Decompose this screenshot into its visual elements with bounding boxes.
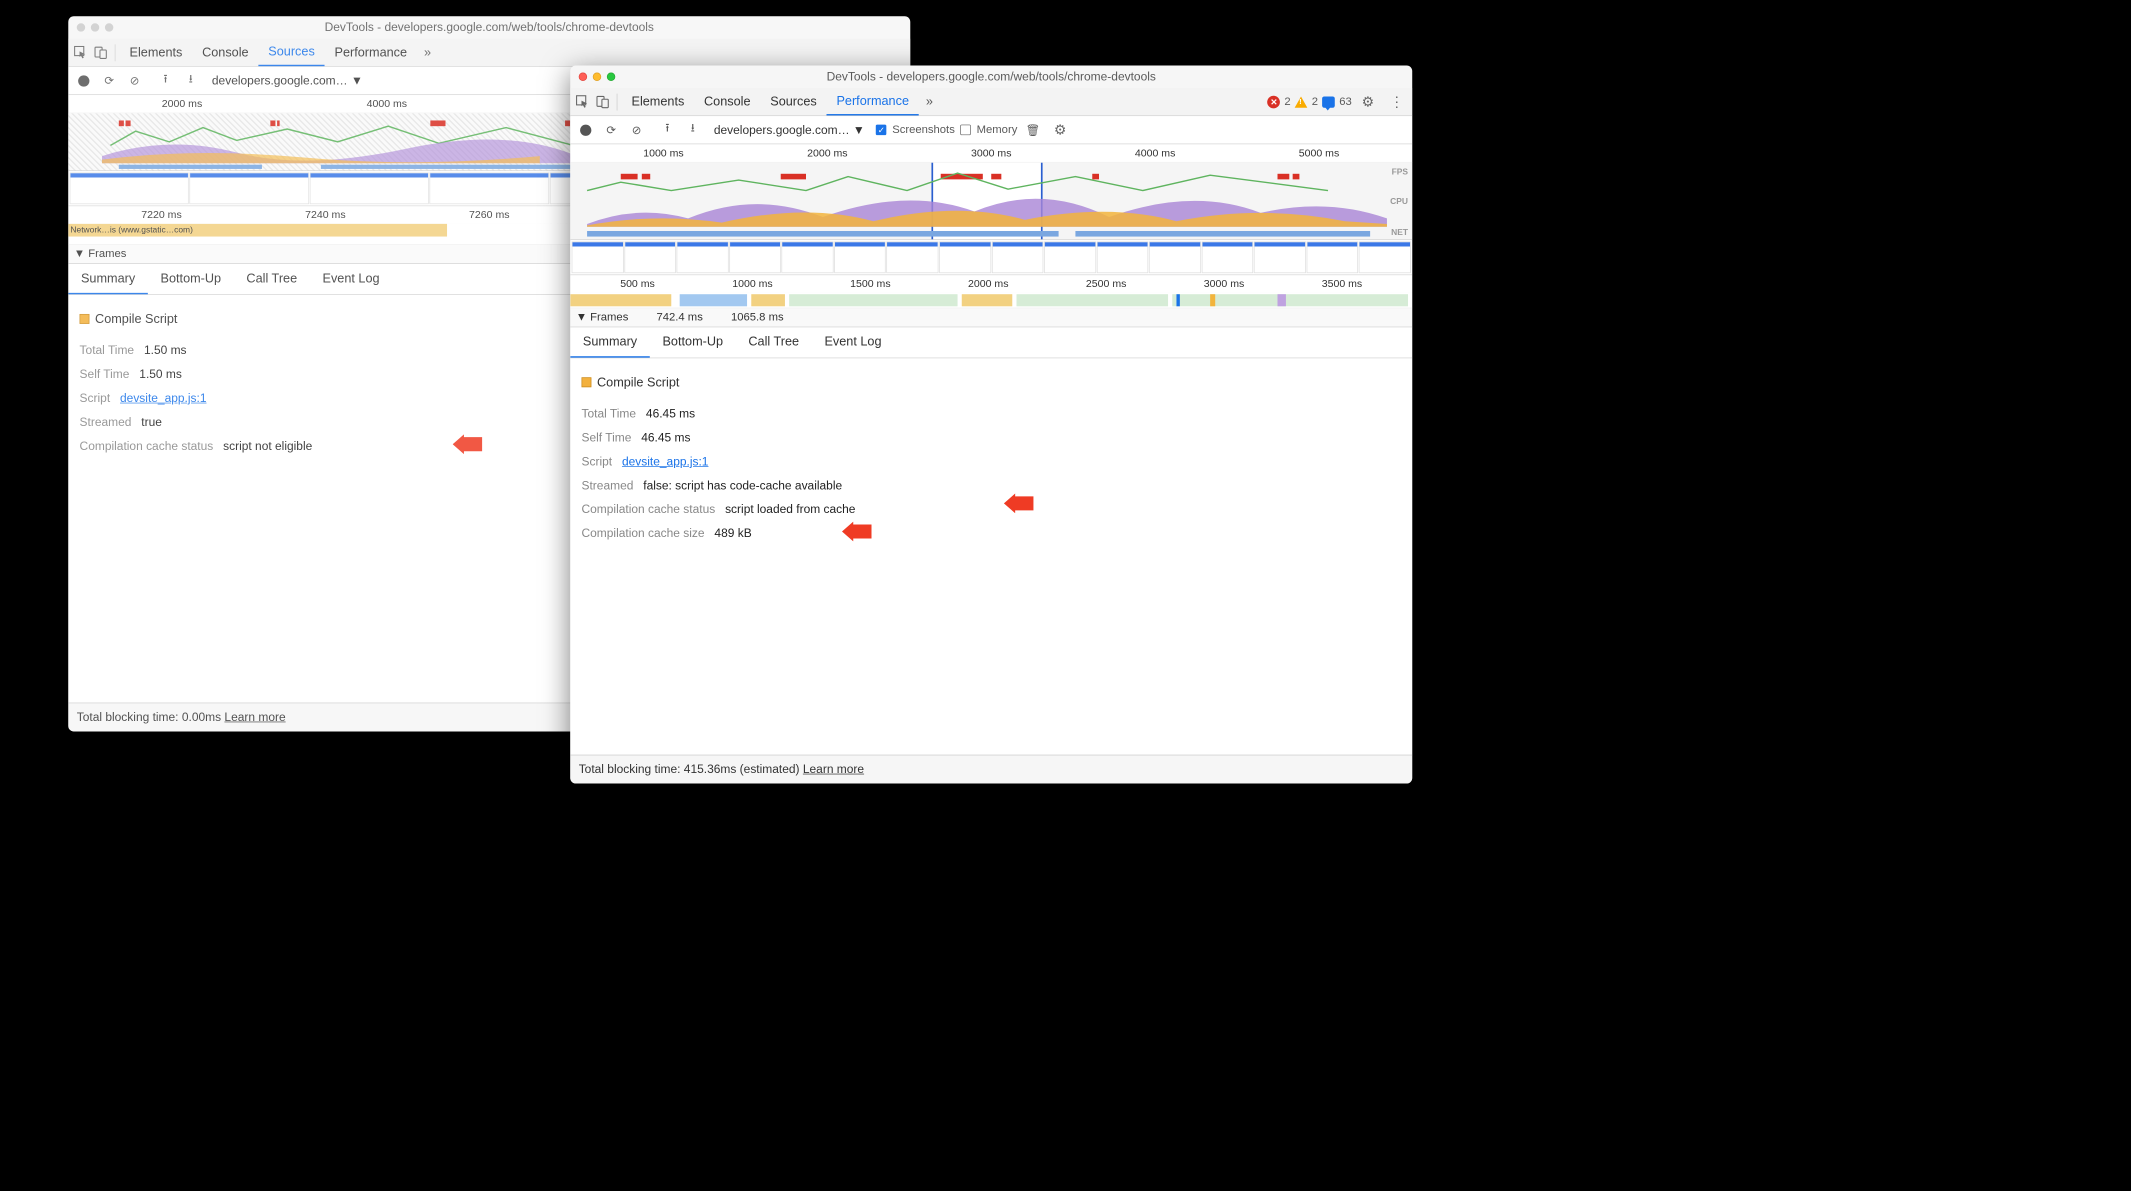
- window-title: DevTools - developers.google.com/web/too…: [75, 20, 903, 34]
- record-button[interactable]: [74, 75, 94, 86]
- tab-performance[interactable]: Performance: [827, 88, 919, 115]
- panel-overflow[interactable]: »: [417, 45, 438, 60]
- tab-elements[interactable]: Elements: [622, 88, 695, 115]
- device-icon[interactable]: [91, 43, 111, 63]
- tab-performance[interactable]: Performance: [325, 39, 417, 66]
- device-icon[interactable]: [593, 92, 613, 112]
- color-swatch: [582, 377, 592, 387]
- titlebar[interactable]: DevTools - developers.google.com/web/too…: [68, 16, 910, 39]
- color-swatch: [80, 314, 90, 324]
- learn-more-link[interactable]: Learn more: [224, 710, 285, 723]
- summary-title: Compile Script: [95, 306, 177, 331]
- screenshots-checkbox[interactable]: ✓Screenshots: [876, 124, 955, 137]
- inspect-icon[interactable]: [573, 92, 593, 112]
- download-icon[interactable]: ⭳: [181, 71, 201, 90]
- profile-selector[interactable]: developers.google.com… ▼: [714, 123, 865, 137]
- panel-overflow[interactable]: »: [919, 94, 940, 109]
- kebab-icon[interactable]: ⋮: [1384, 93, 1409, 111]
- flamegraph[interactable]: [570, 293, 1412, 308]
- callout-arrow: [842, 522, 872, 542]
- reload-icon[interactable]: ⟳: [99, 74, 119, 88]
- clear-icon[interactable]: ⊘: [627, 123, 647, 137]
- script-link[interactable]: devsite_app.js:1: [622, 450, 709, 474]
- frame-time: 1065.8 ms: [731, 311, 784, 324]
- memory-checkbox[interactable]: Memory: [960, 124, 1017, 137]
- dtab-summary[interactable]: Summary: [68, 264, 148, 294]
- record-button[interactable]: [576, 124, 596, 135]
- track-cpu: CPU: [1390, 196, 1408, 206]
- track-fps: FPS: [1392, 167, 1408, 177]
- reload-icon[interactable]: ⟳: [601, 123, 621, 137]
- panel-tabs: Elements Console Sources Performance: [622, 88, 919, 115]
- dtab-eventlog[interactable]: Event Log: [812, 327, 894, 357]
- devtools-window-front: DevTools - developers.google.com/web/too…: [570, 65, 1412, 783]
- clear-icon[interactable]: ⊘: [125, 74, 145, 88]
- summary-title: Compile Script: [597, 370, 679, 395]
- error-badge[interactable]: ✕: [1268, 95, 1281, 108]
- frame-time: 742.4 ms: [656, 311, 702, 324]
- filmstrip[interactable]: [570, 240, 1412, 275]
- traffic-close[interactable]: [77, 23, 85, 31]
- traffic-max[interactable]: [607, 73, 615, 81]
- message-badge[interactable]: [1322, 96, 1335, 107]
- traffic-min[interactable]: [91, 23, 99, 31]
- dtab-bottomup[interactable]: Bottom-Up: [148, 264, 234, 294]
- titlebar[interactable]: DevTools - developers.google.com/web/too…: [570, 65, 1412, 88]
- trash-icon[interactable]: 🗑: [1023, 123, 1043, 137]
- tab-console[interactable]: Console: [192, 39, 258, 66]
- dtab-bottomup[interactable]: Bottom-Up: [650, 327, 736, 357]
- detail-tabs: Summary Bottom-Up Call Tree Event Log: [570, 327, 1412, 358]
- script-link[interactable]: devsite_app.js:1: [120, 386, 207, 410]
- learn-more-link[interactable]: Learn more: [803, 762, 864, 775]
- tab-elements[interactable]: Elements: [120, 39, 193, 66]
- flame-time-ticks: 500 ms1000 ms1500 ms2000 ms2500 ms3000 m…: [570, 275, 1412, 293]
- warning-badge[interactable]: [1295, 96, 1308, 107]
- gear-icon[interactable]: ⚙: [1048, 121, 1072, 139]
- inspect-icon[interactable]: [71, 43, 91, 63]
- summary-panel: Compile Script Total Time46.45 ms Self T…: [570, 358, 1412, 754]
- dtab-summary[interactable]: Summary: [570, 327, 650, 357]
- window-title: DevTools - developers.google.com/web/too…: [577, 70, 1405, 84]
- overview-time-ticks: 1000 ms2000 ms3000 ms4000 ms5000 ms: [570, 144, 1412, 162]
- tab-sources[interactable]: Sources: [258, 39, 324, 66]
- dtab-calltree[interactable]: Call Tree: [736, 327, 812, 357]
- profile-selector[interactable]: developers.google.com… ▼: [212, 74, 363, 88]
- track-net: NET: [1391, 227, 1408, 237]
- traffic-min[interactable]: [593, 73, 601, 81]
- upload-icon[interactable]: ⭱: [658, 120, 678, 139]
- tab-sources[interactable]: Sources: [760, 88, 826, 115]
- dtab-eventlog[interactable]: Event Log: [310, 264, 392, 294]
- download-icon[interactable]: ⭳: [683, 120, 703, 139]
- panel-tabs: Elements Console Sources Performance: [120, 39, 417, 66]
- flame-block[interactable]: Network…is (www.gstatic…com): [68, 224, 447, 237]
- tab-console[interactable]: Console: [694, 88, 760, 115]
- gear-icon[interactable]: ⚙: [1356, 93, 1380, 111]
- upload-icon[interactable]: ⭱: [156, 71, 176, 90]
- traffic-close[interactable]: [579, 73, 587, 81]
- footer: Total blocking time: 415.36ms (estimated…: [570, 755, 1412, 784]
- traffic-max[interactable]: [105, 23, 113, 31]
- callout-arrow: [453, 434, 483, 454]
- overview-timeline[interactable]: FPS CPU NET: [570, 163, 1412, 240]
- dtab-calltree[interactable]: Call Tree: [234, 264, 310, 294]
- frames-row[interactable]: ▼ Frames 742.4 ms 1065.8 ms: [570, 308, 1412, 327]
